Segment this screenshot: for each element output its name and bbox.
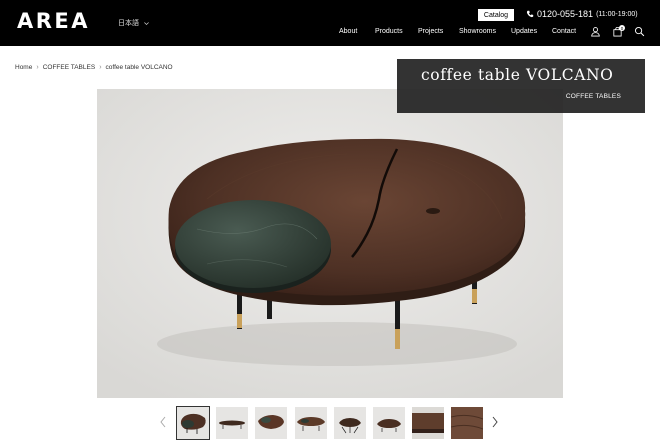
breadcrumb: Home › COFFEE TABLES › coffee table VOLC… <box>15 64 173 71</box>
thumbnail-2[interactable] <box>216 407 248 439</box>
phone-contact[interactable]: 0120-055-181 (11:00-19:00) <box>526 9 638 19</box>
thumbnail-5[interactable] <box>334 407 366 439</box>
nav-projects[interactable]: Projects <box>418 28 443 35</box>
thumbnail-1[interactable] <box>176 406 210 440</box>
thumbnail-image <box>451 407 483 439</box>
chevron-down-icon <box>144 21 149 25</box>
thumbnail-8[interactable] <box>451 407 483 439</box>
thumbnail-image <box>373 407 405 439</box>
phone-number: 0120-055-181 <box>537 9 594 19</box>
nav-contact[interactable]: Contact <box>552 28 576 35</box>
language-selector[interactable]: 日本語 <box>118 18 150 28</box>
chevron-right-icon: › <box>36 64 39 71</box>
product-main-image[interactable] <box>97 89 563 398</box>
nav-updates[interactable]: Updates <box>511 28 537 35</box>
chevron-right-icon: › <box>99 64 102 71</box>
thumbnail-image <box>255 407 287 439</box>
catalog-button[interactable]: Catalog <box>478 9 514 21</box>
phone-icon <box>526 10 534 18</box>
chevron-left-icon[interactable] <box>159 416 167 428</box>
product-category[interactable]: COFFEE TABLES <box>566 93 621 100</box>
nav-about[interactable]: About <box>339 28 357 35</box>
phone-hours: (11:00-19:00) <box>596 10 638 18</box>
thumbnail-image <box>412 407 444 439</box>
product-title: coffee table VOLCANO <box>421 66 614 84</box>
nav-showrooms[interactable]: Showrooms <box>459 28 496 35</box>
language-label: 日本語 <box>118 20 139 27</box>
site-header: AREA 日本語 Catalog 0120-055-181 (11:00-19:… <box>0 0 660 46</box>
breadcrumb-category[interactable]: COFFEE TABLES <box>43 64 96 71</box>
coffee-table-photo <box>97 89 563 398</box>
thumbnail-7[interactable] <box>412 407 444 439</box>
thumbnail-3[interactable] <box>255 407 287 439</box>
nav-products[interactable]: Products <box>375 28 403 35</box>
thumbnail-image <box>334 407 366 439</box>
user-icon[interactable] <box>590 26 601 37</box>
thumbnail-4[interactable] <box>295 407 327 439</box>
thumbnail-6[interactable] <box>373 407 405 439</box>
search-icon[interactable] <box>634 26 645 37</box>
thumbnail-image <box>216 407 248 439</box>
thumbnail-image <box>295 407 327 439</box>
breadcrumb-current: coffee table VOLCANO <box>105 64 173 71</box>
chevron-right-icon[interactable] <box>491 416 499 428</box>
area-logo[interactable]: AREA <box>17 9 90 33</box>
thumbnail-image <box>177 407 209 439</box>
cart-count-badge: 0 <box>619 25 625 31</box>
thumbnail-gallery <box>157 406 503 440</box>
product-title-panel: coffee table VOLCANO COFFEE TABLES <box>397 59 645 113</box>
breadcrumb-home[interactable]: Home <box>15 64 32 71</box>
